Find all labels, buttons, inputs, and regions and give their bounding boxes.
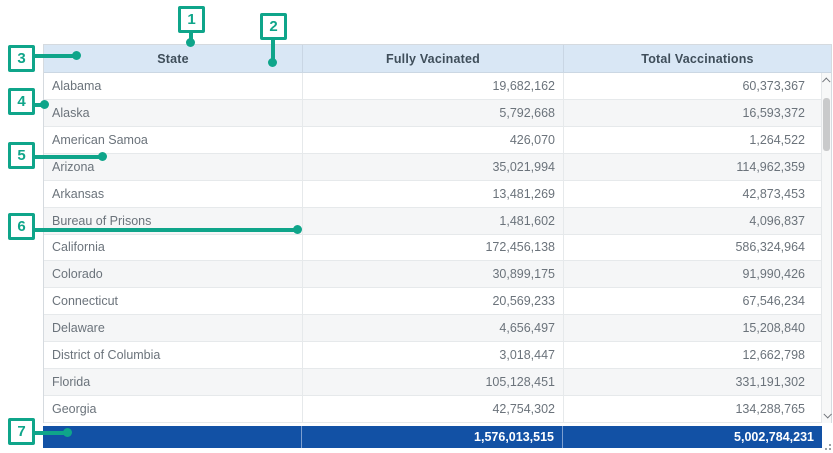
scroll-up-button[interactable] <box>822 73 831 89</box>
column-header-state[interactable]: State <box>44 45 303 72</box>
cell-total-vaccinations: 67,546,234 <box>564 288 813 314</box>
annotation-marker-1: 1 <box>178 6 205 33</box>
cell-total-vaccinations: 4,096,837 <box>564 208 813 234</box>
cell-fully-vaccinated: 30,899,175 <box>303 261 564 287</box>
cell-total-vaccinations: 134,288,765 <box>564 396 813 422</box>
cell-state: Alabama <box>44 73 303 99</box>
cell-state: American Samoa <box>44 127 303 153</box>
scroll-down-button[interactable] <box>822 407 831 423</box>
annotation-dot-1 <box>186 38 195 47</box>
cell-state: Colorado <box>44 261 303 287</box>
table-header-row: State Fully Vacinated Total Vaccinations <box>44 45 831 73</box>
cell-total-vaccinations: 331,191,302 <box>564 369 813 395</box>
cell-fully-vaccinated: 4,656,497 <box>303 315 564 341</box>
cell-fully-vaccinated: 42,754,302 <box>303 396 564 422</box>
cell-state: Alaska <box>44 100 303 126</box>
cell-total-vaccinations: 12,662,798 <box>564 342 813 368</box>
cell-total-vaccinations: 1,264,522 <box>564 127 813 153</box>
cell-fully-vaccinated: 105,128,451 <box>303 369 564 395</box>
annotation-line-2 <box>271 39 275 60</box>
cell-fully-vaccinated: 3,018,447 <box>303 342 564 368</box>
annotation-dot-6 <box>293 225 302 234</box>
column-header-fully-vaccinated[interactable]: Fully Vacinated <box>303 45 564 72</box>
table-row[interactable]: Florida105,128,451331,191,302 <box>44 369 821 396</box>
cell-fully-vaccinated: 19,682,162 <box>303 73 564 99</box>
cell-total-vaccinations: 42,873,453 <box>564 181 813 207</box>
cell-total-vaccinations: 586,324,964 <box>564 235 813 261</box>
table-row[interactable]: California172,456,138586,324,964 <box>44 235 821 262</box>
cell-fully-vaccinated: 172,456,138 <box>303 235 564 261</box>
cell-total-vaccinations: 15,208,840 <box>564 315 813 341</box>
table-row[interactable]: Alaska5,792,66816,593,372 <box>44 100 821 127</box>
cell-state: District of Columbia <box>44 342 303 368</box>
annotation-marker-7: 7 <box>8 418 35 445</box>
cell-total-vaccinations: 114,962,359 <box>564 154 813 180</box>
resize-grip-icon <box>825 444 831 450</box>
annotation-dot-5 <box>98 152 107 161</box>
table-row[interactable]: Colorado30,899,17591,990,426 <box>44 261 821 288</box>
cell-total-vaccinations: 60,373,367 <box>564 73 813 99</box>
table-row[interactable]: Connecticut20,569,23367,546,234 <box>44 288 821 315</box>
scrollbar-thumb[interactable] <box>823 98 830 151</box>
totals-state-cell <box>43 426 302 448</box>
table-row[interactable]: Georgia42,754,302134,288,765 <box>44 396 821 423</box>
annotated-screenshot: State Fully Vacinated Total Vaccinations… <box>0 0 833 453</box>
vertical-scrollbar[interactable] <box>821 73 831 423</box>
cell-fully-vaccinated: 13,481,269 <box>303 181 564 207</box>
annotation-dot-2 <box>268 58 277 67</box>
cell-state: Connecticut <box>44 288 303 314</box>
annotation-line-6 <box>34 228 299 232</box>
column-header-total-vaccinations[interactable]: Total Vaccinations <box>564 45 831 72</box>
table-row[interactable]: Alabama19,682,16260,373,367 <box>44 73 821 100</box>
chevron-down-icon <box>823 410 831 418</box>
annotation-dot-7 <box>63 428 72 437</box>
annotation-dot-4 <box>40 100 49 109</box>
annotation-marker-3: 3 <box>8 45 35 72</box>
vaccination-table: State Fully Vacinated Total Vaccinations… <box>43 44 832 423</box>
totals-row: 1,576,013,515 5,002,784,231 <box>43 426 822 448</box>
annotation-dot-3 <box>72 51 81 60</box>
cell-total-vaccinations: 91,990,426 <box>564 261 813 287</box>
cell-state: California <box>44 235 303 261</box>
chevron-up-icon <box>822 77 830 85</box>
cell-fully-vaccinated: 20,569,233 <box>303 288 564 314</box>
table-row[interactable]: Arkansas13,481,26942,873,453 <box>44 181 821 208</box>
cell-state: Florida <box>44 369 303 395</box>
table-row[interactable]: Delaware4,656,49715,208,840 <box>44 315 821 342</box>
table-row[interactable]: Arizona35,021,994114,962,359 <box>44 154 821 181</box>
cell-state: Georgia <box>44 396 303 422</box>
cell-fully-vaccinated: 35,021,994 <box>303 154 564 180</box>
annotation-marker-2: 2 <box>260 13 287 40</box>
annotation-line-5 <box>34 155 104 159</box>
totals-total-vaccinations-cell: 5,002,784,231 <box>563 426 822 448</box>
annotation-marker-5: 5 <box>8 142 35 169</box>
cell-fully-vaccinated: 5,792,668 <box>303 100 564 126</box>
table-row[interactable]: District of Columbia3,018,44712,662,798 <box>44 342 821 369</box>
cell-fully-vaccinated: 1,481,602 <box>303 208 564 234</box>
table-row[interactable]: American Samoa426,0701,264,522 <box>44 127 821 154</box>
cell-state: Arkansas <box>44 181 303 207</box>
annotation-marker-6: 6 <box>8 213 35 240</box>
annotation-marker-4: 4 <box>8 88 35 115</box>
cell-fully-vaccinated: 426,070 <box>303 127 564 153</box>
table-body: Alabama19,682,16260,373,367Alaska5,792,6… <box>44 73 821 423</box>
cell-state: Delaware <box>44 315 303 341</box>
totals-fully-vaccinated-cell: 1,576,013,515 <box>302 426 563 448</box>
cell-total-vaccinations: 16,593,372 <box>564 100 813 126</box>
